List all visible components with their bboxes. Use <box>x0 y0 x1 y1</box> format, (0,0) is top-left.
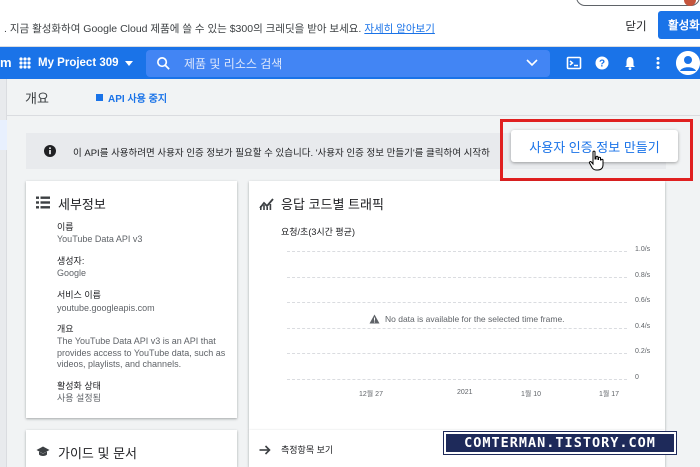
field-label-name: 이름 <box>57 222 74 232</box>
grid-line <box>287 327 627 329</box>
view-metrics-label: 측정항목 보기 <box>281 445 334 455</box>
grid-line <box>287 302 627 304</box>
grid-line <box>287 251 627 252</box>
chevron-down-icon <box>124 60 133 66</box>
grid-line <box>287 276 627 278</box>
field-value-service-name: youtube.googleapis.com <box>57 303 155 313</box>
x-tick-label: 12월 27 <box>359 391 383 398</box>
info-icon <box>44 145 56 157</box>
list-details-icon <box>36 196 50 209</box>
x-tick-label: 2021 <box>457 389 473 396</box>
trial-banner-message: . 지금 활성화하여 Google Cloud 제품에 쓸 수 있는 $300의… <box>4 23 362 35</box>
console-page: . 지금 활성화하여 Google Cloud 제품에 쓸 수 있는 $300의… <box>0 0 700 467</box>
y-tick-label: 0.2/s <box>635 348 651 356</box>
svg-text:?: ? <box>599 59 605 70</box>
more-vert-icon[interactable] <box>650 55 666 71</box>
search-bar[interactable] <box>146 50 550 77</box>
help-icon[interactable]: ? <box>594 55 610 71</box>
notifications-icon[interactable] <box>622 55 638 71</box>
traffic-card: 응답 코드별 트래픽 요청/초(3시간 평균) No data is avail… <box>249 181 665 430</box>
field-label-overview: 개요 <box>57 324 74 334</box>
disable-api-label: API 사용 중지 <box>108 94 168 105</box>
account-avatar[interactable] <box>676 51 700 75</box>
traffic-title: 응답 코드별 트래픽 <box>281 197 384 212</box>
search-icon <box>157 57 170 70</box>
side-nav-selected-item[interactable] <box>0 120 7 150</box>
field-label-service-name: 서비스 이름 <box>57 290 101 300</box>
stop-icon <box>96 94 103 101</box>
y-tick-label: 0.8/s <box>635 271 651 279</box>
x-tick-label: 1월 10 <box>521 391 542 398</box>
project-name: My Project 309 <box>38 57 119 69</box>
school-icon <box>36 446 50 456</box>
learn-more-link[interactable]: 자세히 알아보기 <box>364 23 435 35</box>
view-metrics-link[interactable]: 측정항목 보기 <box>259 443 333 456</box>
details-title: 세부정보 <box>58 197 106 212</box>
account-icon <box>676 51 700 75</box>
dismiss-button[interactable]: 닫기 <box>618 14 654 38</box>
cloud-shell-icon[interactable] <box>566 55 582 71</box>
no-data-message: No data is available for the selected ti… <box>369 314 565 324</box>
y-tick-label: 0.4/s <box>635 322 651 330</box>
trial-banner-text: . 지금 활성화하여 Google Cloud 제품에 쓸 수 있는 $300의… <box>4 21 435 36</box>
details-card: 세부정보 이름 YouTube Data API v3 생성자: Google … <box>26 181 237 418</box>
field-label-creator: 생성자: <box>57 256 85 266</box>
chart-trend-icon <box>259 198 274 210</box>
search-expand-icon[interactable] <box>526 58 538 68</box>
grid-line <box>287 379 627 380</box>
y-tick-label: 0 <box>635 374 639 381</box>
y-tick-label: 0.6/s <box>635 297 651 305</box>
y-tick-label: 1.0/s <box>635 246 651 253</box>
project-dots-icon <box>19 57 31 69</box>
navigation-menu-icon[interactable]: m <box>0 55 12 70</box>
page-header: 개요 API 사용 중지 <box>7 79 700 116</box>
arrow-right-icon <box>259 444 271 455</box>
traffic-subtitle: 요청/초(3시간 평균) <box>281 227 355 237</box>
guides-card: 가이드 및 문서 <box>26 430 237 467</box>
field-value-name: YouTube Data API v3 <box>57 234 143 244</box>
grid-line <box>287 353 627 355</box>
warning-icon <box>369 314 380 324</box>
guides-title: 가이드 및 문서 <box>58 446 137 461</box>
project-picker[interactable]: My Project 309 <box>18 53 133 73</box>
search-input[interactable] <box>184 50 504 77</box>
activate-button[interactable]: 활성화 <box>658 11 700 39</box>
field-value-activation-status: 사용 설정됨 <box>57 393 101 403</box>
page-title: 개요 <box>25 91 49 106</box>
trial-banner: . 지금 활성화하여 Google Cloud 제품에 쓸 수 있는 $300의… <box>0 0 700 47</box>
x-tick-label: 1월 17 <box>599 391 620 398</box>
top-app-bar: m My Project 309 제품 및 리소스 검색 ? <box>0 47 700 79</box>
hand-cursor-icon <box>588 150 604 171</box>
field-label-activation-status: 활성화 상태 <box>57 381 101 391</box>
field-value-creator: Google <box>57 268 87 278</box>
browser-profile-pill[interactable] <box>576 0 700 6</box>
disable-api-button[interactable]: API 사용 중지 <box>96 90 167 105</box>
field-value-overview: The YouTube Data API v3 is an API that p… <box>57 336 226 369</box>
credentials-info-text: 이 API를 사용하려면 사용자 인증 정보가 필요할 수 있습니다. '사용자… <box>73 148 490 159</box>
site-watermark: COMTERMAN.TISTORY.COM <box>444 432 676 454</box>
no-data-text: No data is available for the selected ti… <box>385 314 565 324</box>
